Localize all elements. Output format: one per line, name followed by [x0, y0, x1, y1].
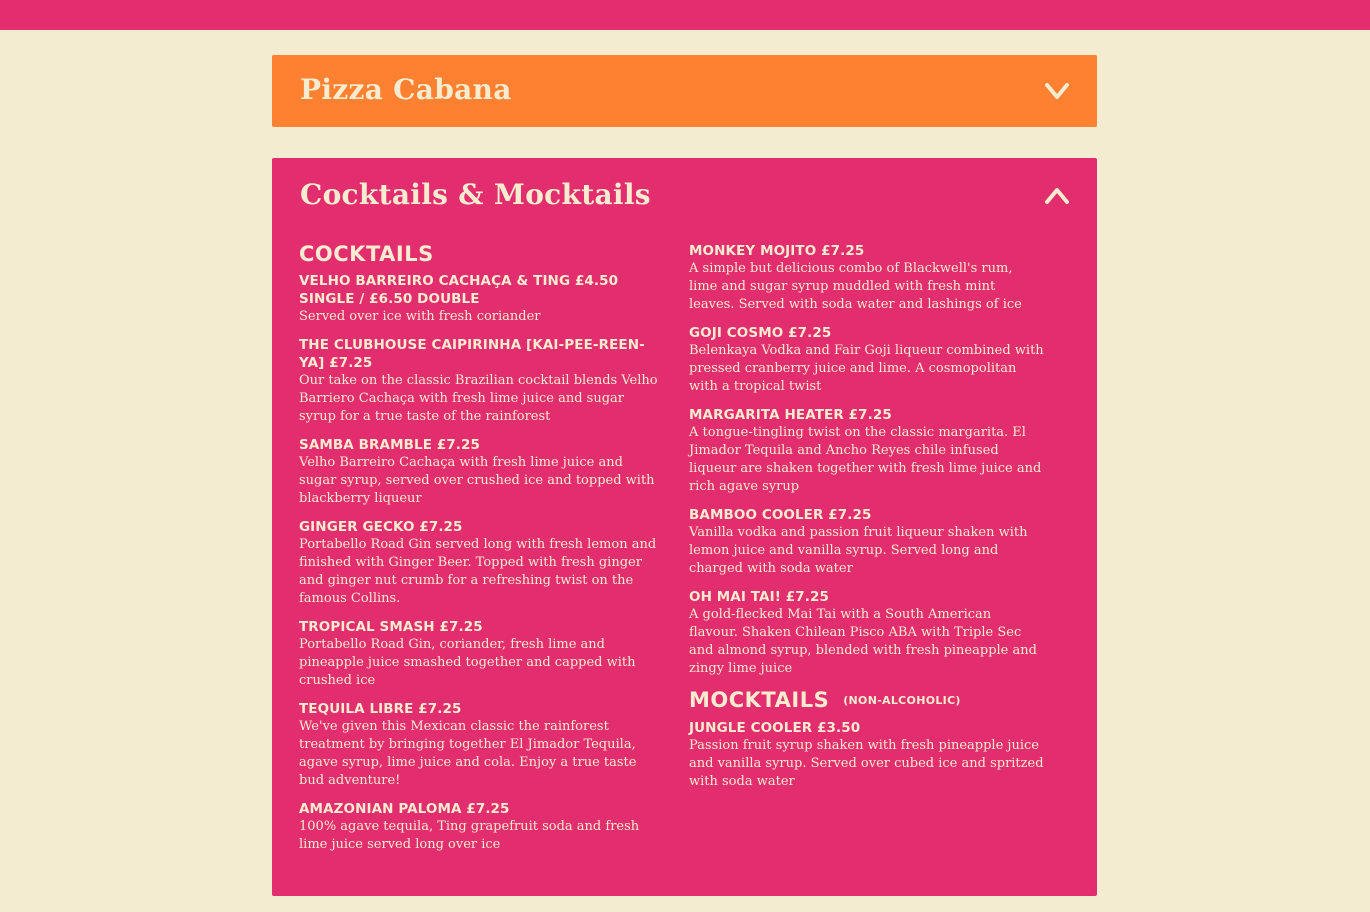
menu-item-description: A simple but delicious combo of Blackwel…	[689, 261, 1022, 312]
top-header-bar	[0, 0, 1370, 30]
menu-item-name: Margarita Heater £7.25	[689, 407, 892, 423]
menu-item: Samba Bramble £7.25 Velho Barreiro Cachaç…	[299, 436, 659, 508]
menu-item-description: Passion fruit syrup shaken with fresh pi…	[689, 738, 1044, 789]
menu-item-name: Oh Mai Tai! £7.25	[689, 589, 829, 605]
accordion-title[interactable]: Cocktails & Mocktails	[300, 178, 651, 211]
menu-item-description: Portabello Road Gin served long with fre…	[299, 537, 657, 606]
menu-item-name: Ginger Gecko £7.25	[299, 519, 463, 535]
menu-item: Tropical Smash £7.25 Portabello Road Gin,…	[299, 618, 659, 690]
menu-item: Amazonian Paloma £7.25 100% agave tequila…	[299, 800, 659, 854]
menu-item-description: Our take on the classic Brazilian cockta…	[299, 373, 658, 424]
menu-item-name: Jungle Cooler £3.50	[689, 720, 861, 736]
menu-item-name: Goji Cosmo £7.25	[689, 325, 832, 341]
accordion-pizza-cabana[interactable]: Pizza Cabana	[272, 55, 1097, 127]
menu-item-description: A tongue-tingling twist on the classic m…	[689, 425, 1042, 494]
accordion-cocktails-mocktails[interactable]: Cocktails & Mocktails Cocktails Velho Ba…	[272, 158, 1097, 896]
menu-item-name: The Clubhouse Caipirinha [Kai-pee-reen-y…	[299, 337, 645, 371]
menu-item: Monkey Mojito £7.25 A simple but deliciou…	[689, 242, 1044, 314]
menu-column-left: Cocktails Velho Barreiro Cachaça & Ting …	[299, 242, 659, 864]
menu-item-description: We've given this Mexican classic the rai…	[299, 719, 637, 788]
menu-item-description: Served over ice with fresh coriander	[299, 309, 541, 324]
menu-item-description: Vanilla vodka and passion fruit liqueur …	[689, 525, 1028, 576]
chevron-up-icon[interactable]	[1043, 182, 1071, 210]
menu-item-name: Bamboo Cooler £7.25	[689, 507, 872, 523]
menu-item-description: Belenkaya Vodka and Fair Goji liqueur co…	[689, 343, 1044, 394]
mocktails-note: (Non-Alcoholic)	[843, 694, 961, 707]
menu-item: Velho Barreiro Cachaça & Ting £4.50 Sing…	[299, 272, 659, 326]
menu-item-name: Amazonian Paloma £7.25	[299, 801, 510, 817]
menu-item: Jungle Cooler £3.50 Passion fruit syrup s…	[689, 719, 1044, 791]
menu-item-name: Samba Bramble £7.25	[299, 437, 481, 453]
menu-item-description: A gold-flecked Mai Tai with a South Amer…	[689, 607, 1037, 676]
menu-item-name: Tequila Libre £7.25	[299, 701, 462, 717]
cocktails-heading: Cocktails	[299, 242, 434, 266]
menu-item: Tequila Libre £7.25 We've given this Mexi…	[299, 700, 659, 790]
menu-item-name: Tropical Smash £7.25	[299, 619, 483, 635]
mocktails-heading-label: Mocktails	[689, 688, 830, 712]
menu-item-description: Velho Barreiro Cachaça with fresh lime j…	[299, 455, 655, 506]
menu-item-description: Portabello Road Gin, coriander, fresh li…	[299, 637, 636, 688]
mocktails-heading: Mocktails (Non-Alcoholic)	[689, 688, 1044, 713]
menu-item: Ginger Gecko £7.25 Portabello Road Gin se…	[299, 518, 659, 608]
menu-column-right: Monkey Mojito £7.25 A simple but deliciou…	[689, 242, 1044, 801]
menu-item: Bamboo Cooler £7.25 Vanilla vodka and pas…	[689, 506, 1044, 578]
menu-item: Oh Mai Tai! £7.25 A gold-flecked Mai Tai …	[689, 588, 1044, 678]
menu-item-description: 100% agave tequila, Ting grapefruit soda…	[299, 819, 640, 852]
menu-item: Goji Cosmo £7.25 Belenkaya Vodka and Fair…	[689, 324, 1044, 396]
menu-item-name: Velho Barreiro Cachaça & Ting £4.50 Sing…	[299, 273, 619, 307]
menu-item: The Clubhouse Caipirinha [Kai-pee-reen-y…	[299, 336, 659, 426]
accordion-title[interactable]: Pizza Cabana	[300, 73, 512, 106]
menu-item-name: Monkey Mojito £7.25	[689, 243, 865, 259]
chevron-down-icon[interactable]	[1043, 77, 1071, 105]
menu-item: Margarita Heater £7.25 A tongue-tingling …	[689, 406, 1044, 496]
